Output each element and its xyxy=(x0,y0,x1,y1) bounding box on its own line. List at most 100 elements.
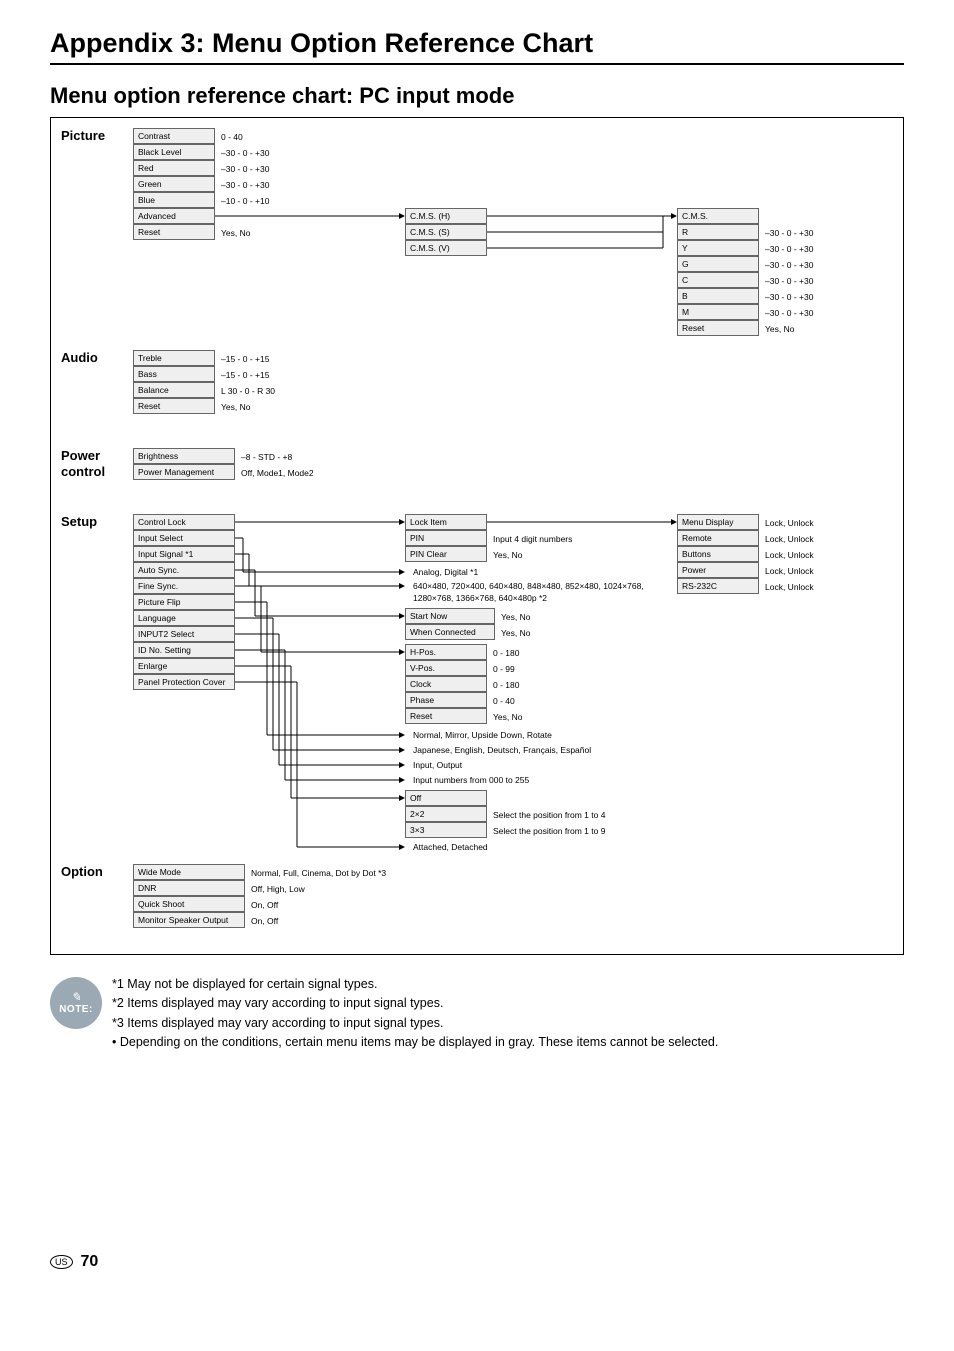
cell: Phase xyxy=(405,692,487,708)
cell-val: Lock, Unlock xyxy=(759,514,814,530)
cell-val: Input 4 digit numbers xyxy=(487,530,572,546)
cell-val: 0 - 40 xyxy=(215,128,243,144)
cell: C.M.S. (S) xyxy=(405,224,487,240)
plain-text: Input numbers from 000 to 255 xyxy=(405,774,529,786)
cell: Start Now xyxy=(405,608,495,624)
cell: Language xyxy=(133,610,235,626)
cell-val: Yes, No xyxy=(487,708,522,724)
cell: Reset xyxy=(133,224,215,240)
cell-val: Lock, Unlock xyxy=(759,546,814,562)
cell: C.M.S. (V) xyxy=(405,240,487,256)
cell-val: –30 - 0 - +30 xyxy=(759,272,813,288)
cell-val: L 30 - 0 - R 30 xyxy=(215,382,275,398)
cell-val: –30 - 0 - +30 xyxy=(759,288,813,304)
note-item: *3 Items displayed may vary according to… xyxy=(112,1014,718,1033)
cell: C xyxy=(677,272,759,288)
cell: Reset xyxy=(677,320,759,336)
cell-val: –30 - 0 - +30 xyxy=(759,224,813,240)
cell: Clock xyxy=(405,676,487,692)
cell: Input Select xyxy=(133,530,235,546)
cell-val: Normal, Full, Cinema, Dot by Dot *3 xyxy=(245,864,386,880)
cell: Enlarge xyxy=(133,658,235,674)
connector xyxy=(235,538,405,572)
plain-text: Attached, Detached xyxy=(405,841,488,853)
section-setup: Setup Control Lock Input Select Input Si… xyxy=(61,514,893,824)
cell-val: Lock, Unlock xyxy=(759,562,814,578)
notes: ✎ NOTE: *1 May not be displayed for cert… xyxy=(50,975,904,1053)
connector xyxy=(235,602,405,735)
cell: Panel Protection Cover xyxy=(133,674,235,690)
cell: Input Signal *1 xyxy=(133,546,235,562)
cell: M xyxy=(677,304,759,320)
cell: Power xyxy=(677,562,759,578)
cell-val: 0 - 180 xyxy=(487,676,519,692)
cell-val: 0 - 99 xyxy=(487,660,515,676)
cell: Reset xyxy=(405,708,487,724)
cell: Brightness xyxy=(133,448,235,464)
cell: Monitor Speaker Output xyxy=(133,912,245,928)
cell: ID No. Setting xyxy=(133,642,235,658)
cell: When Connected xyxy=(405,624,495,640)
connector xyxy=(235,666,405,798)
cell: Off xyxy=(405,790,487,806)
connector xyxy=(235,634,405,765)
cell: PIN Clear xyxy=(405,546,487,562)
note-item: *2 Items displayed may vary according to… xyxy=(112,994,718,1013)
cell: Auto Sync. xyxy=(133,562,235,578)
cell: Wide Mode xyxy=(133,864,245,880)
cell-val: 0 - 40 xyxy=(487,692,515,708)
cell-val: Off, Mode1, Mode2 xyxy=(235,464,314,480)
section-label: Picture xyxy=(61,128,133,144)
cell: RS-232C xyxy=(677,578,759,594)
cell: Balance xyxy=(133,382,215,398)
cell-val: –30 - 0 - +30 xyxy=(759,240,813,256)
note-label: NOTE: xyxy=(59,1004,93,1015)
section-picture: Picture Contrast0 - 40 Black Level–30 - … xyxy=(61,128,893,328)
connector xyxy=(487,216,677,246)
pencil-icon: ✎ xyxy=(71,991,81,1003)
region-badge: US xyxy=(50,1255,73,1269)
cell: Quick Shoot xyxy=(133,896,245,912)
reference-chart: Picture Contrast0 - 40 Black Level–30 - … xyxy=(50,117,904,955)
connector xyxy=(235,682,405,847)
section-power: Power control Brightness–8 - STD - +8 Po… xyxy=(61,448,893,492)
cell: R xyxy=(677,224,759,240)
cell: Bass xyxy=(133,366,215,382)
connector xyxy=(235,522,405,524)
cell-val: –30 - 0 - +30 xyxy=(215,176,269,192)
note-item: *1 May not be displayed for certain sign… xyxy=(112,975,718,994)
cell: Y xyxy=(677,240,759,256)
section-label: Option xyxy=(61,864,133,880)
section-label: Setup xyxy=(61,514,133,530)
cell: Advanced xyxy=(133,208,215,224)
cell: Lock Item xyxy=(405,514,487,530)
cell: Menu Display xyxy=(677,514,759,530)
cell-val: –8 - STD - +8 xyxy=(235,448,292,464)
note-badge: ✎ NOTE: xyxy=(50,977,102,1029)
cell-val: –15 - 0 - +15 xyxy=(215,350,269,366)
cell: H-Pos. xyxy=(405,644,487,660)
cell-val: Yes, No xyxy=(215,224,250,240)
cell: 2×2 xyxy=(405,806,487,822)
cell: C.M.S. (H) xyxy=(405,208,487,224)
cell: Red xyxy=(133,160,215,176)
cell: Picture Flip xyxy=(133,594,235,610)
section-audio: Audio Treble–15 - 0 - +15 Bass–15 - 0 - … xyxy=(61,350,893,426)
cell: Black Level xyxy=(133,144,215,160)
cell: PIN xyxy=(405,530,487,546)
cell: V-Pos. xyxy=(405,660,487,676)
cell-val: Yes, No xyxy=(487,546,522,562)
cell: 3×3 xyxy=(405,822,487,838)
cell-val: Yes, No xyxy=(495,624,530,640)
cell-val: Select the position from 1 to 4 xyxy=(487,806,605,822)
cell-val: Yes, No xyxy=(759,320,794,336)
cell-val: Lock, Unlock xyxy=(759,578,814,594)
page-number: 70 xyxy=(81,1253,99,1271)
cell: Buttons xyxy=(677,546,759,562)
cell: B xyxy=(677,288,759,304)
cell: Control Lock xyxy=(133,514,235,530)
cell: Remote xyxy=(677,530,759,546)
cell: Power Management xyxy=(133,464,235,480)
page-title: Appendix 3: Menu Option Reference Chart xyxy=(50,28,904,59)
cell-val: –15 - 0 - +15 xyxy=(215,366,269,382)
